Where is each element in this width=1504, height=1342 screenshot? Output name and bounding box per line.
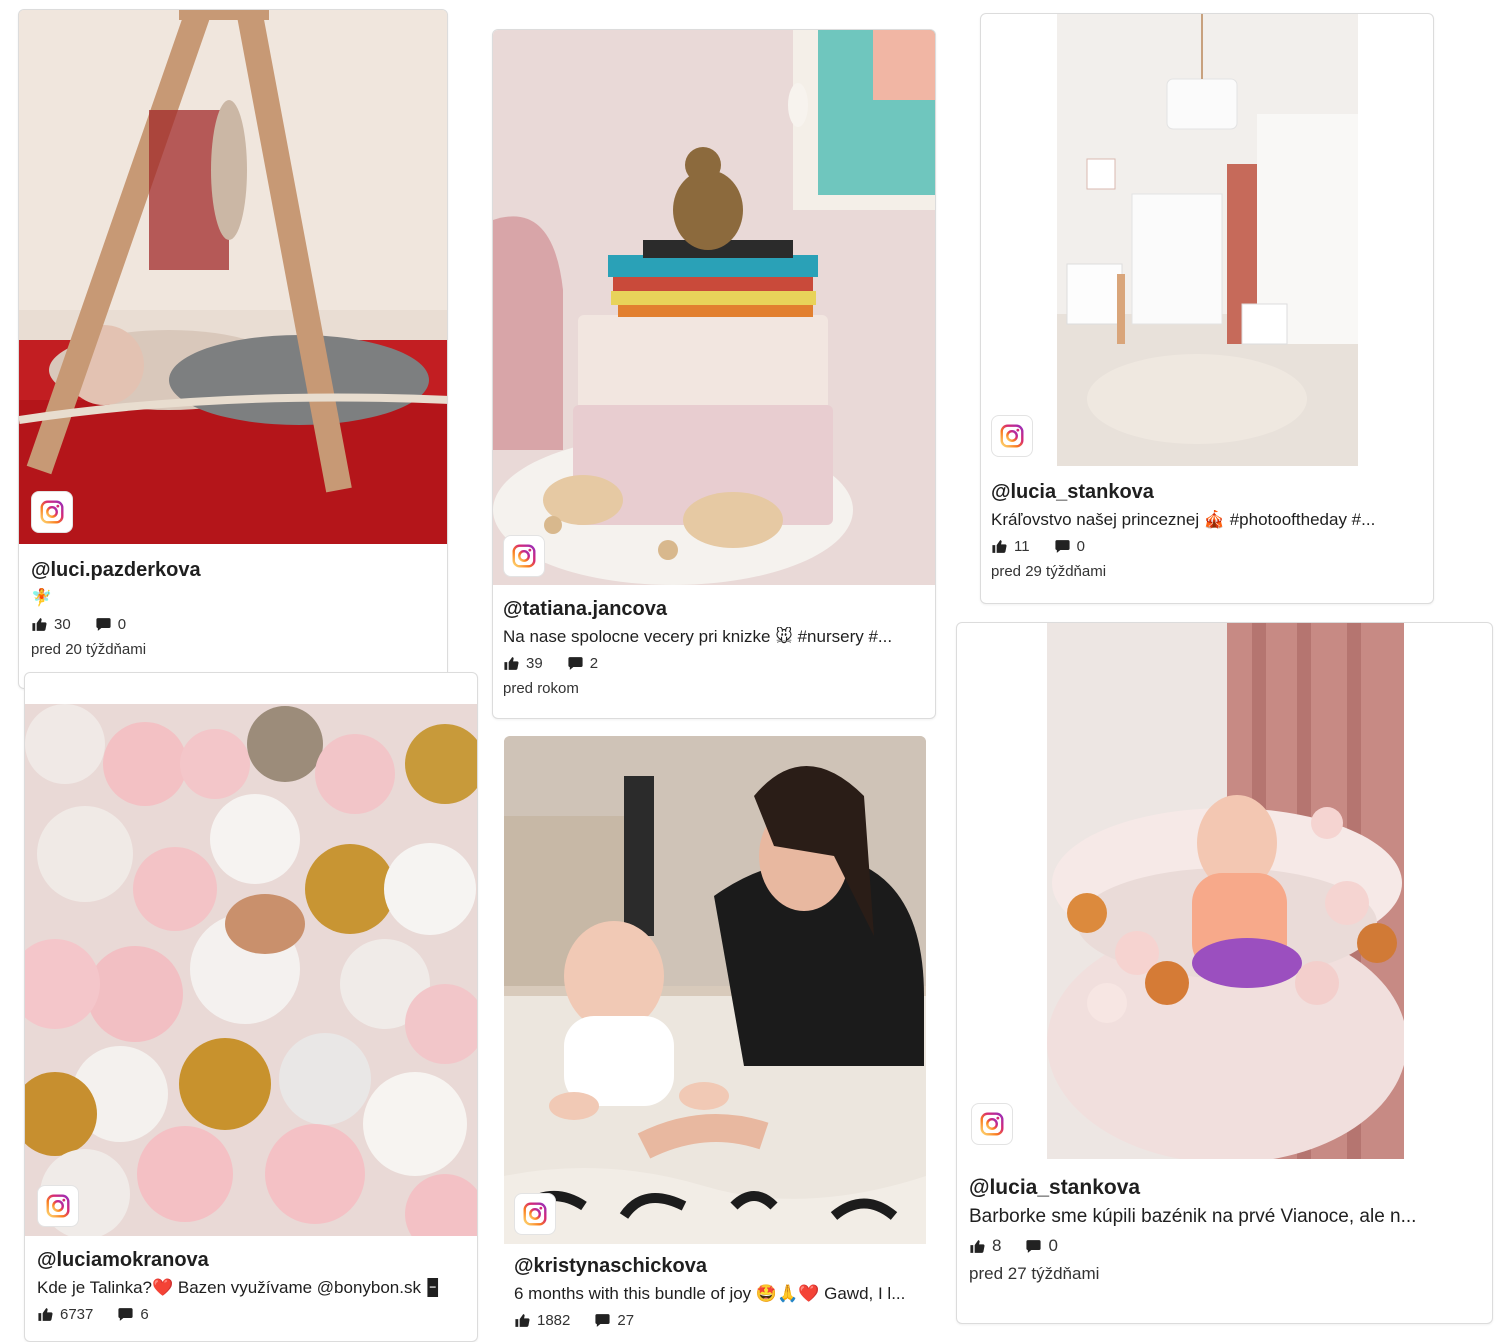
speech-bubble-icon — [1054, 538, 1071, 555]
post-caption: Na nase spolocne vecery pri knizke 🐭 #nu… — [503, 627, 893, 646]
comment-count: 0 — [117, 616, 127, 633]
instagram-badge[interactable] — [37, 1185, 79, 1227]
speech-bubble-icon — [117, 1306, 134, 1323]
speech-bubble-icon — [594, 1312, 611, 1329]
instagram-icon — [45, 1193, 71, 1219]
author-handle[interactable]: @tatiana.jancova — [503, 598, 923, 621]
post-card[interactable]: @kristynaschickova 6 months with this bu… — [504, 736, 926, 1342]
like-count: 8 — [992, 1236, 1002, 1255]
instagram-badge[interactable] — [991, 415, 1033, 457]
post-image[interactable] — [19, 10, 447, 544]
instagram-icon — [522, 1201, 548, 1227]
like-count: 11 — [1014, 538, 1030, 555]
thumbs-up-icon — [31, 616, 48, 633]
author-handle[interactable]: @lucia_stankova — [969, 1176, 1484, 1200]
author-handle[interactable]: @lucia_stankova — [991, 481, 1421, 504]
like-count: 1882 — [537, 1312, 571, 1329]
post-time: pred rokom — [503, 680, 579, 697]
post-card[interactable]: @luci.pazderkova 🧚 30 0 pred 20 týždňami — [18, 9, 448, 689]
instagram-badge[interactable] — [971, 1103, 1013, 1145]
thumbs-up-icon — [514, 1312, 531, 1329]
thumbs-up-icon — [503, 655, 520, 672]
post-card[interactable]: @lucia_stankova Barborke sme kúpili bazé… — [956, 622, 1493, 1324]
like-count: 30 — [54, 616, 71, 633]
speech-bubble-icon — [1025, 1238, 1042, 1255]
instagram-badge[interactable] — [31, 491, 73, 533]
like-count: 39 — [526, 655, 543, 672]
post-time: pred 27 týždňami — [969, 1264, 1100, 1283]
instagram-icon — [511, 543, 537, 569]
post-caption: 🧚 — [31, 588, 53, 607]
instagram-badge[interactable] — [503, 535, 545, 577]
post-caption: Kráľovstvo našej princeznej 🎪 #photoofth… — [991, 510, 1376, 529]
comment-count: 2 — [589, 655, 599, 672]
like-count: 6737 — [60, 1306, 94, 1323]
instagram-badge[interactable] — [514, 1193, 556, 1235]
post-caption: Kde je Talinka?❤️ Bazen využívame @bonyb… — [37, 1278, 440, 1297]
comment-count: 27 — [617, 1312, 635, 1329]
post-image[interactable] — [1057, 14, 1358, 466]
post-time: pred 20 týždňami — [31, 641, 147, 658]
comment-count: 6 — [140, 1306, 149, 1323]
post-time: pred 29 týždňami — [991, 563, 1107, 580]
post-caption: 6 months with this bundle of joy 🤩🙏❤️ Ga… — [514, 1284, 906, 1303]
author-handle[interactable]: @kristynaschickova — [514, 1255, 924, 1278]
author-handle[interactable]: @luci.pazderkova — [31, 559, 431, 582]
post-caption: Barborke sme kúpili bazénik na prvé Vian… — [969, 1206, 1417, 1227]
thumbs-up-icon — [37, 1306, 54, 1323]
comment-count: 0 — [1076, 538, 1085, 555]
thumbs-up-icon — [969, 1238, 986, 1255]
instagram-icon — [979, 1111, 1005, 1137]
post-card[interactable]: @tatiana.jancova Na nase spolocne vecery… — [492, 29, 936, 719]
post-image[interactable] — [493, 30, 935, 585]
post-image[interactable] — [25, 704, 477, 1236]
author-handle[interactable]: @luciamokranova — [37, 1249, 467, 1272]
instagram-icon — [39, 499, 65, 525]
speech-bubble-icon — [567, 655, 584, 672]
comment-count: 0 — [1048, 1236, 1058, 1255]
speech-bubble-icon — [95, 616, 112, 633]
post-card[interactable]: @lucia_stankova Kráľovstvo našej princez… — [980, 13, 1434, 604]
instagram-icon — [999, 423, 1025, 449]
thumbs-up-icon — [991, 538, 1008, 555]
post-image[interactable] — [504, 736, 926, 1244]
post-image[interactable] — [1047, 623, 1404, 1159]
post-card[interactable]: @luciamokranova Kde je Talinka?❤️ Bazen … — [24, 672, 478, 1342]
